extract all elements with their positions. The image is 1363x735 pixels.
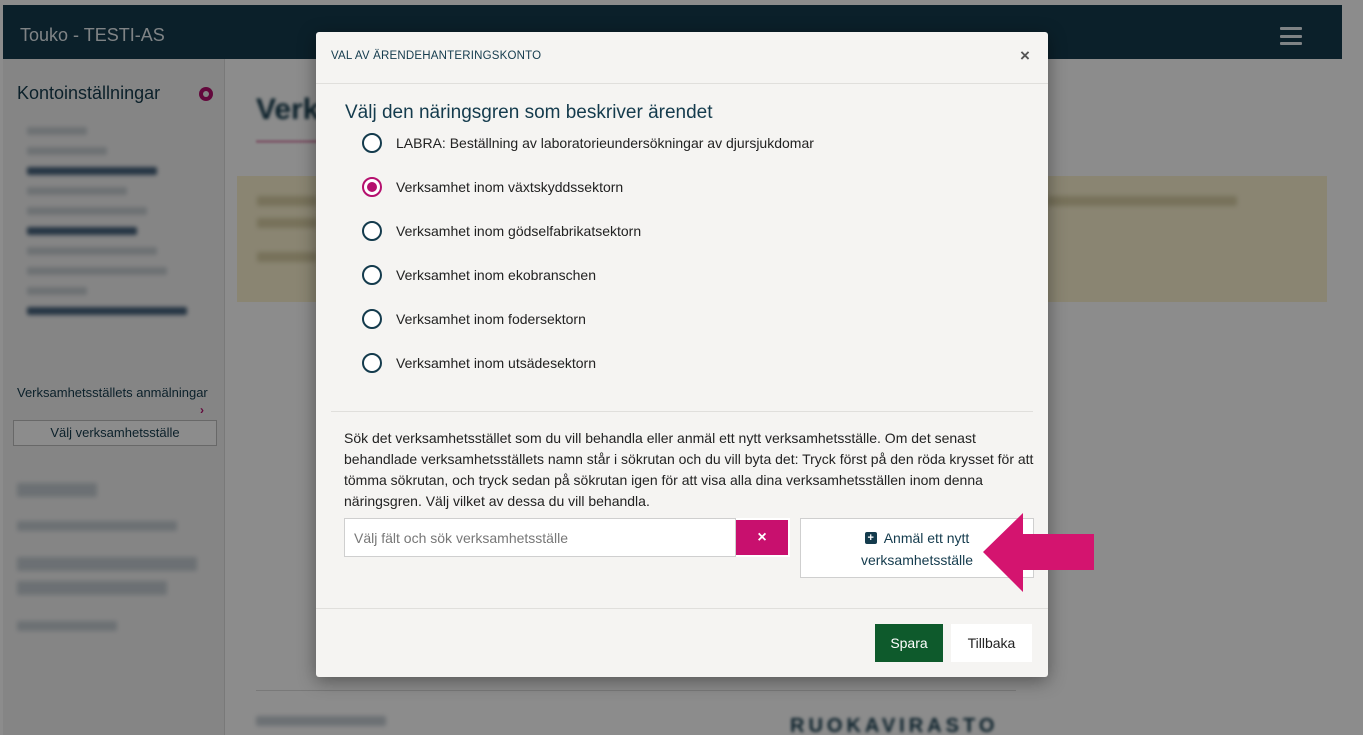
radio-button[interactable]: [362, 265, 382, 285]
modal-title: VAL AV ÄRENDEHANTERINGSKONTO: [331, 50, 542, 62]
radio-button[interactable]: [362, 353, 382, 373]
radio-option-seed[interactable]: Verksamhet inom utsädesektorn: [362, 352, 596, 374]
close-icon[interactable]: ×: [1016, 47, 1034, 65]
radio-label: Verksamhet inom gödselfabrikatsektorn: [396, 223, 642, 239]
radio-option-fertilizer[interactable]: Verksamhet inom gödselfabrikatsektorn: [362, 220, 641, 242]
section-divider: [331, 411, 1033, 412]
modal-header: VAL AV ÄRENDEHANTERINGSKONTO ×: [316, 32, 1048, 84]
radio-label: Verksamhet inom ekobranschen: [396, 267, 596, 283]
section-title: Välj den näringsgren som beskriver ärend…: [345, 102, 713, 123]
site-search-input[interactable]: [344, 518, 736, 557]
register-new-site-label-line1: Anmäl ett nytt: [883, 530, 970, 546]
help-text: Sök det verksamhetsstället som du vill b…: [344, 430, 1034, 509]
radio-label: Verksamhet inom växtskyddssektorn: [396, 179, 624, 195]
radio-option-labra[interactable]: LABRA: Beställning av laboratorieundersö…: [362, 132, 814, 154]
radio-button[interactable]: [362, 221, 382, 241]
radio-label: Verksamhet inom utsädesektorn: [396, 355, 596, 371]
radio-option-feed[interactable]: Verksamhet inom fodersektorn: [362, 308, 586, 330]
clear-search-button[interactable]: ×: [736, 518, 790, 557]
radio-option-plant-protection[interactable]: Verksamhet inom växtskyddssektorn: [362, 176, 623, 198]
annotation-arrow-icon: [983, 513, 1094, 592]
radio-option-organic[interactable]: Verksamhet inom ekobranschen: [362, 264, 596, 286]
footer-divider: [316, 608, 1048, 609]
radio-button[interactable]: [362, 133, 382, 153]
select-account-modal: VAL AV ÄRENDEHANTERINGSKONTO × Välj den …: [316, 32, 1048, 677]
plus-square-icon: +: [864, 532, 877, 544]
save-button[interactable]: Spara: [875, 624, 943, 662]
radio-label: LABRA: Beställning av laboratorieundersö…: [396, 135, 814, 151]
radio-button[interactable]: [362, 309, 382, 329]
back-button[interactable]: Tillbaka: [951, 624, 1032, 662]
radio-button-selected[interactable]: [362, 177, 382, 197]
radio-label: Verksamhet inom fodersektorn: [396, 311, 586, 327]
